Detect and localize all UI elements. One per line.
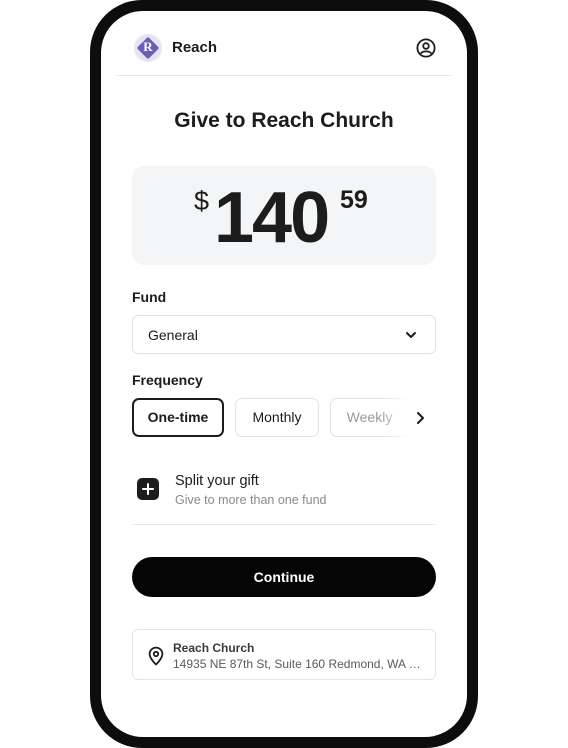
frequency-label: Frequency [132,372,203,388]
frequency-one-time[interactable]: One-time [132,398,224,437]
chevron-down-icon [406,332,416,338]
continue-button[interactable]: Continue [132,557,436,597]
chevron-right-icon[interactable] [414,411,426,425]
church-address: 14935 NE 87th St, Suite 160 Redmond, WA … [173,657,425,671]
amount-display[interactable]: $ 140 59 [132,166,436,265]
app-screen: R Reach Give to Reach Church $ 140 59 Fu… [101,11,467,737]
split-gift-subtitle: Give to more than one fund [175,493,327,507]
split-gift-row[interactable]: Split your gift Give to more than one fu… [132,465,436,525]
logo-letter: R [143,39,153,54]
fund-select[interactable]: General [132,315,436,354]
user-circle-icon[interactable] [416,38,436,58]
amount-cents: 59 [340,186,368,214]
app-header: R Reach [116,20,452,76]
plus-icon [137,478,159,500]
church-name: Reach Church [173,641,255,655]
amount-currency: $ [194,186,210,216]
fund-label: Fund [132,289,167,305]
fund-selected-value: General [148,327,198,343]
app-name: Reach [172,39,218,56]
church-logo[interactable]: R [134,34,162,62]
map-pin-icon [148,646,164,666]
church-location-card[interactable]: Reach Church 14935 NE 87th St, Suite 160… [132,629,436,680]
split-gift-title: Split your gift [175,473,259,489]
amount-whole: 140 [214,178,330,258]
frequency-monthly[interactable]: Monthly [235,398,319,437]
page-title: Give to Reach Church [174,109,394,132]
